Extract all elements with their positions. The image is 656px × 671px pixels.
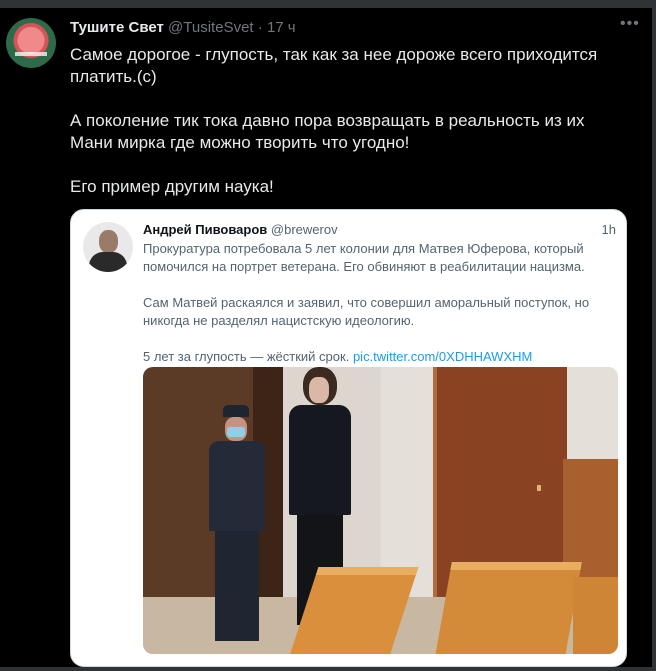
quoted-paragraph-last: 5 лет за глупость — жёсткий срок. pic.tw…	[143, 348, 613, 366]
detainee-face	[309, 377, 329, 403]
quoted-last-line-text: 5 лет за глупость — жёсткий срок.	[143, 349, 350, 364]
photo-bench	[434, 562, 582, 654]
author-handle[interactable]: @TusiteSvet	[168, 19, 254, 36]
tweet-header: Тушите Свет @TusiteSvet · 17 ч	[70, 19, 296, 36]
window-frame-top	[0, 0, 656, 8]
tweet-timestamp[interactable]: 17 ч	[267, 19, 296, 36]
avatar-decoration	[15, 52, 47, 56]
window-frame-right	[652, 0, 656, 671]
header-separator: ·	[257, 19, 263, 36]
quoted-tweet-header: Андрей Пивоваров @brewerov	[143, 222, 338, 237]
quoted-author-handle[interactable]: @brewerov	[271, 222, 338, 237]
tweet-paragraph: Самое дорогое - глупость, так как за нее…	[70, 45, 598, 86]
photo-officer-figure	[203, 405, 273, 654]
officer-torso	[209, 441, 265, 531]
quoted-tweet-card[interactable]: Андрей Пивоваров @brewerov 1h Прокуратур…	[70, 209, 627, 667]
author-avatar[interactable]	[6, 18, 56, 68]
avatar-body	[89, 252, 127, 272]
avatar-head	[99, 230, 118, 253]
photo-bench	[573, 577, 618, 654]
officer-mask	[227, 427, 245, 437]
tweet-paragraph: Его пример другим наука!	[70, 177, 274, 196]
tweet-paragraph: А поколение тик тока давно пора возвраща…	[70, 111, 585, 152]
detainee-torso	[289, 405, 351, 515]
quoted-paragraph: Прокуратура потребовала 5 лет колонии дл…	[143, 241, 585, 274]
media-link[interactable]: pic.twitter.com/0XDHHAWXHM	[353, 349, 532, 364]
courtroom-photo[interactable]	[143, 367, 618, 654]
author-name[interactable]: Тушите Свет	[70, 19, 164, 36]
more-options-icon[interactable]: •••	[620, 15, 640, 33]
window-frame-bottom	[0, 667, 656, 671]
door-knob	[537, 485, 541, 491]
quoted-tweet-timestamp[interactable]: 1h	[602, 222, 616, 237]
quoted-tweet-body: Прокуратура потребовала 5 лет колонии дл…	[143, 240, 613, 384]
quoted-author-avatar[interactable]	[83, 222, 133, 272]
quoted-paragraph: Сам Матвей раскаялся и заявил, что совер…	[143, 295, 590, 328]
officer-legs	[215, 531, 259, 641]
quoted-author-name[interactable]: Андрей Пивоваров	[143, 222, 267, 237]
officer-cap	[223, 405, 249, 417]
tweet-body: Самое дорогое - глупость, так как за нее…	[70, 44, 630, 220]
